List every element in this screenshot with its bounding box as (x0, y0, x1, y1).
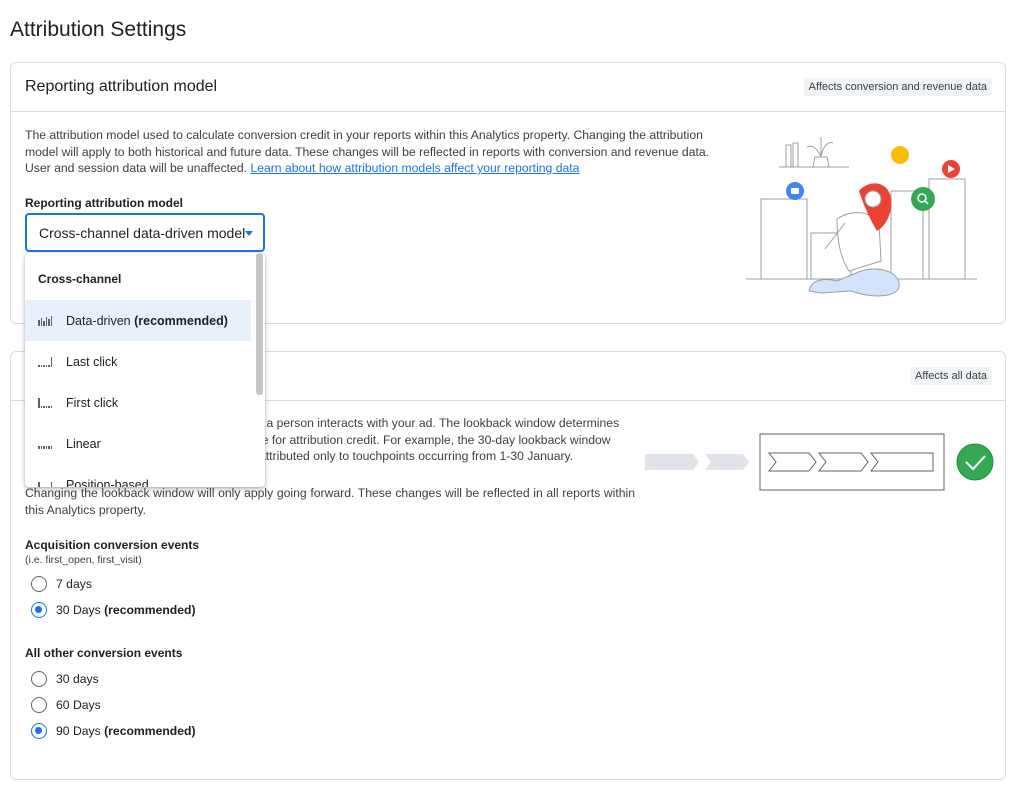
radio-button[interactable] (31, 697, 47, 713)
menu-group-label: Cross-channel (38, 272, 122, 286)
card-title: Reporting attribution model (25, 78, 218, 95)
field-label: Reporting attribution model (25, 196, 183, 210)
last-click-icon (38, 356, 52, 367)
reporting-description: The attribution model used to calculate … (25, 127, 730, 177)
description-line: r a person interacts with your ad. The l… (259, 416, 620, 430)
menu-item-first-click[interactable]: First click (25, 382, 251, 423)
radio-label: 30 Days (56, 603, 101, 617)
radio-button[interactable] (31, 671, 47, 687)
radio-button[interactable] (31, 602, 47, 618)
radio-label: 90 Days (56, 724, 101, 738)
menu-item-position-based[interactable]: Position-based (25, 464, 251, 487)
acquisition-heading: Acquisition conversion events (25, 538, 200, 552)
select-value: Cross-channel data-driven model (39, 225, 246, 241)
learn-more-link[interactable]: Learn about how attribution models affec… (250, 161, 579, 175)
menu-item-data-driven[interactable]: Data-driven (recommended) (25, 300, 251, 341)
first-click-icon (38, 397, 52, 408)
radio-suffix: (recommended) (104, 724, 196, 738)
person-illustration (746, 137, 977, 297)
radio-other-90-days[interactable]: 90 Days (recommended) (31, 723, 196, 739)
bar-chart-icon (38, 315, 52, 326)
lookback-window-illustration (645, 433, 994, 491)
dropdown-arrow-icon (245, 231, 253, 236)
menu-item-label: Last click (66, 354, 118, 369)
affects-chip: Affects conversion and revenue data (803, 78, 992, 96)
radio-suffix: (recommended) (104, 603, 196, 617)
affects-chip: Affects all data (910, 367, 992, 385)
menu-item-label: First click (66, 395, 119, 410)
lookback-description-note: Changing the lookback window will only a… (25, 486, 635, 517)
description-line: attributed only to touchpoints occurring… (259, 449, 574, 463)
radio-label: 60 Days (56, 698, 101, 712)
attribution-model-select[interactable]: Cross-channel data-driven model (25, 213, 265, 252)
description-line: le for attribution credit. For example, … (259, 432, 611, 447)
radio-button[interactable] (31, 723, 47, 739)
menu-item-label: Position-based (66, 477, 149, 488)
menu-item-label: Data-driven (66, 313, 131, 328)
radio-acq-7-days[interactable]: 7 days (31, 576, 92, 592)
lookback-description: r a person interacts with your ad. The l… (259, 415, 639, 465)
menu-item-suffix: (recommended) (134, 313, 228, 328)
card-header: Reporting attribution model Affects conv… (11, 63, 1005, 112)
radio-label: 30 days (56, 672, 99, 686)
radio-other-60-days[interactable]: 60 Days (31, 697, 101, 713)
menu-scrollbar[interactable] (256, 253, 263, 395)
radio-button[interactable] (31, 576, 47, 592)
linear-icon (38, 439, 52, 449)
menu-item-label: Linear (66, 436, 101, 451)
attribution-model-menu: Cross-channel Data-driven (recommended) … (25, 253, 265, 487)
menu-item-linear[interactable]: Linear (25, 423, 251, 464)
radio-label: 7 days (56, 577, 92, 591)
menu-item-last-click[interactable]: Last click (25, 341, 251, 382)
radio-other-30-days[interactable]: 30 days (31, 671, 99, 687)
page-title: Attribution Settings (10, 18, 187, 41)
radio-acq-30-days[interactable]: 30 Days (recommended) (31, 602, 196, 618)
acquisition-note: (i.e. first_open, first_visit) (25, 554, 142, 566)
other-heading: All other conversion events (25, 646, 183, 660)
position-icon (38, 480, 52, 487)
